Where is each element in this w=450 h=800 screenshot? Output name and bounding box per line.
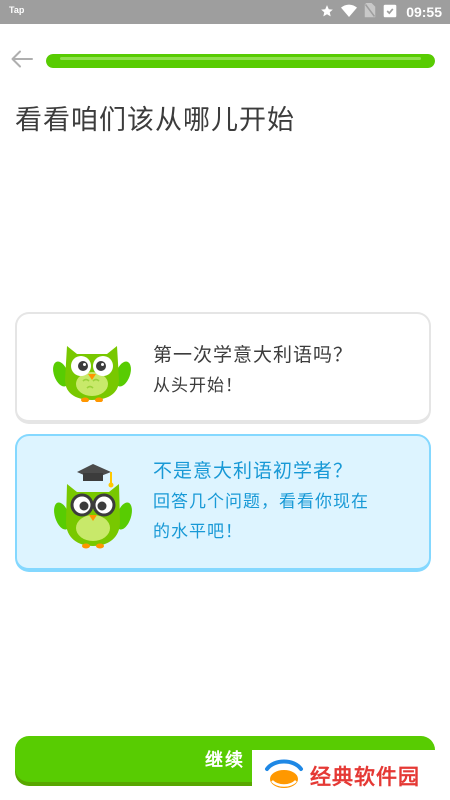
progress-bar xyxy=(46,54,435,68)
watermark-logo-icon xyxy=(264,757,304,797)
star-icon xyxy=(320,3,334,22)
status-time: 09:55 xyxy=(406,4,442,20)
app-screen: Tap 09:55 看看咱们该从哪儿开始 第一次学意大利语吗？ 从头开始！ 不是… xyxy=(0,0,450,800)
owl-mascot-icon xyxy=(53,336,131,406)
wifi-icon xyxy=(341,3,358,22)
status-icons: 09:55 xyxy=(320,2,442,22)
progress-fill xyxy=(46,54,435,68)
option-heading: 第一次学意大利语吗？ xyxy=(153,344,354,366)
no-sim-icon xyxy=(364,2,376,22)
option-subtext-line-2: 的水平吧！ xyxy=(153,522,243,542)
status-bar: Tap 09:55 xyxy=(0,0,450,24)
option-text: 第一次学意大利语吗？ 从头开始！ xyxy=(153,340,353,400)
progress-shine xyxy=(60,57,421,60)
back-button[interactable] xyxy=(8,47,36,75)
option-card-beginner[interactable]: 第一次学意大利语吗？ 从头开始！ xyxy=(15,312,431,424)
watermark: 经典软件园 xyxy=(252,750,450,800)
page-title: 看看咱们该从哪儿开始 xyxy=(15,105,295,136)
battery-icon xyxy=(383,3,397,22)
watermark-text: 经典软件园 xyxy=(310,765,420,789)
option-subtext: 从头开始！ xyxy=(153,376,243,396)
option-heading: 不是意大利语初学者？ xyxy=(153,460,354,482)
arrow-left-icon xyxy=(11,50,33,72)
option-subtext-line-1: 回答几个问题，看看你现在 xyxy=(153,492,369,512)
option-card-placement[interactable]: 不是意大利语初学者？ 回答几个问题，看看你现在 的水平吧！ xyxy=(15,434,431,572)
owl-graduate-icon xyxy=(53,458,133,554)
option-text: 不是意大利语初学者？ 回答几个问题，看看你现在 的水平吧！ xyxy=(153,456,369,546)
status-app-label: Tap xyxy=(9,5,25,15)
